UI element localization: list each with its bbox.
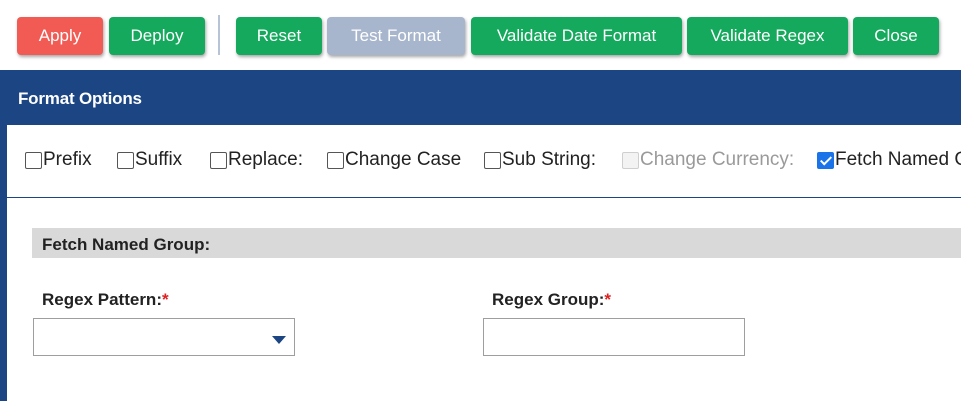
option-change-currency-label: Change Currency: — [640, 149, 795, 170]
option-fetch-named-group-label: Fetch Named Group — [835, 149, 961, 170]
replace-checkbox[interactable] — [210, 151, 227, 169]
option-prefix[interactable]: Prefix — [25, 149, 92, 171]
format-options-panel: Format Options Prefix Suffix Replace: Ch… — [0, 70, 961, 401]
sub-string-checkbox[interactable] — [484, 151, 501, 169]
option-change-case[interactable]: Change Case — [327, 149, 461, 171]
fetch-named-group-checkbox[interactable] — [817, 151, 834, 169]
close-button[interactable]: Close — [853, 17, 939, 55]
apply-button[interactable]: Apply — [17, 17, 103, 55]
option-replace[interactable]: Replace: — [210, 149, 303, 171]
chevron-down-icon[interactable] — [272, 336, 286, 344]
required-asterisk: * — [161, 290, 169, 309]
option-fetch-named-group[interactable]: Fetch Named Group — [817, 149, 961, 171]
option-replace-label: Replace: — [228, 149, 303, 170]
option-sub-string-label: Sub String: — [502, 149, 596, 170]
deploy-button[interactable]: Deploy — [109, 17, 205, 55]
change-case-checkbox[interactable] — [327, 151, 344, 169]
validate-date-format-button[interactable]: Validate Date Format — [471, 17, 682, 55]
change-currency-checkbox — [622, 151, 639, 169]
toolbar: Apply Deploy Reset Test Format Validate … — [0, 0, 961, 70]
group-title: Fetch Named Group: — [42, 235, 211, 254]
test-format-button[interactable]: Test Format — [327, 17, 465, 55]
panel-header: Format Options — [7, 70, 961, 125]
regex-pattern-label: Regex Pattern:* — [42, 290, 169, 310]
required-asterisk: * — [604, 290, 612, 309]
option-suffix[interactable]: Suffix — [117, 149, 182, 171]
fetch-named-group-header: Fetch Named Group: — [32, 228, 961, 258]
regex-pattern-label-text: Regex Pattern: — [42, 290, 162, 309]
regex-group-label: Regex Group:* — [492, 290, 611, 310]
reset-button[interactable]: Reset — [236, 17, 322, 55]
panel-title: Format Options — [18, 89, 142, 108]
prefix-checkbox[interactable] — [25, 151, 42, 169]
regex-group-input[interactable] — [483, 318, 745, 356]
option-change-case-label: Change Case — [345, 149, 462, 170]
option-change-currency: Change Currency: — [622, 149, 794, 171]
format-options-row: Prefix Suffix Replace: Change Case Sub S… — [7, 125, 961, 198]
regex-group-label-text: Regex Group: — [492, 290, 605, 309]
suffix-checkbox[interactable] — [117, 151, 134, 169]
validate-regex-button[interactable]: Validate Regex — [687, 17, 848, 55]
option-prefix-label: Prefix — [43, 149, 92, 170]
option-suffix-label: Suffix — [135, 149, 183, 170]
option-sub-string[interactable]: Sub String: — [484, 149, 596, 171]
toolbar-divider — [218, 15, 220, 55]
regex-pattern-select[interactable] — [33, 318, 295, 356]
